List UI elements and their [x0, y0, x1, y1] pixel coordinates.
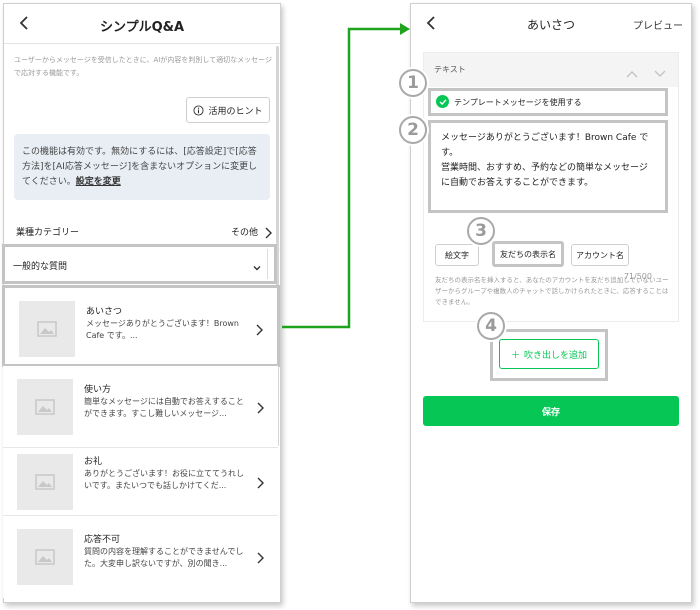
- preview-button[interactable]: プレビュー: [633, 17, 683, 32]
- step-badge-1: 1: [399, 69, 427, 97]
- save-button[interactable]: 保存: [423, 396, 679, 426]
- image-placeholder-icon: [17, 529, 73, 585]
- qa-item-usage[interactable]: 使い方 簡単なメッセージには自動でお答えすることができます。すこし難しいメッセー…: [3, 366, 278, 448]
- back-arrow-icon[interactable]: [12, 11, 36, 35]
- step-badge-4: 4: [477, 312, 505, 340]
- category-label: 一般的な質問: [13, 262, 68, 272]
- notice-text: この機能は有効です。無効にするには、[応答設定]で[応答方法]を[AI応答メッセ…: [22, 147, 258, 187]
- qa-item-preview: ありがとうございます！お役に立ててうれしいです。またいつでも話しかけてくだ...: [84, 469, 244, 490]
- section-header: テキスト: [424, 53, 678, 87]
- qa-edit-screen: あいさつ プレビュー テキスト 71/500 絵文字 アカウント名 友だちの表示…: [410, 3, 692, 603]
- chevron-right-icon: [256, 549, 264, 568]
- industry-value: その他: [230, 228, 258, 238]
- image-placeholder-icon: [17, 454, 73, 510]
- industry-label: 業種カテゴリー: [16, 228, 80, 238]
- tips-button[interactable]: 活用のヒント: [186, 97, 270, 123]
- qa-edit-header: あいさつ プレビュー: [411, 4, 691, 44]
- chevron-down-icon: [253, 257, 261, 276]
- qa-item-preview: 簡単なメッセージには自動でお答えすることができます。すこし難しいメッセージ...: [84, 397, 244, 418]
- chevron-down-icon[interactable]: [654, 63, 666, 82]
- chevron-right-icon: [256, 399, 264, 418]
- back-arrow-icon[interactable]: [419, 11, 443, 35]
- page-title: シンプルQ&A: [99, 20, 185, 35]
- qa-item-title: お礼: [84, 457, 103, 467]
- qa-item-cannot-answer[interactable]: 応答不可 質問の内容を理解することができませんでした。大変申し訳ないですが、別の…: [3, 516, 278, 598]
- qa-item-title: 使い方: [84, 385, 112, 395]
- image-placeholder-icon: [17, 379, 73, 435]
- page-title: あいさつ: [526, 18, 575, 32]
- step-badge-2: 2: [399, 116, 427, 144]
- info-icon: [193, 104, 205, 116]
- qa-item-preview: メッセージありがとうございます！Brown Cafe です。...: [86, 319, 239, 340]
- change-settings-link[interactable]: 設定を変更: [76, 177, 121, 187]
- chevron-right-icon: [264, 224, 272, 243]
- image-placeholder-icon: [19, 301, 75, 357]
- chevron-right-icon: [255, 321, 263, 340]
- insert-emoji-button[interactable]: 絵文字: [435, 244, 479, 266]
- step-badge-3: 3: [467, 217, 495, 245]
- qa-item-preview: 質問の内容を理解することができませんでした。大変申し訳ないですが、別の聞き...: [84, 547, 244, 568]
- category-select[interactable]: 一般的な質問: [2, 244, 277, 284]
- status-notice: この機能は有効です。無効にするには、[応答設定]で[応答方法]を[AI応答メッセ…: [14, 134, 270, 200]
- insert-account-name-button[interactable]: アカウント名: [571, 244, 629, 266]
- qa-item-title: 応答不可: [84, 535, 121, 545]
- chevron-right-icon: [256, 474, 264, 493]
- qa-item-thanks[interactable]: お礼 ありがとうございます！お役に立ててうれしいです。またいつでも話しかけてくだ…: [3, 448, 278, 516]
- qa-list-header: シンプルQ&A: [4, 4, 280, 44]
- qa-item-greeting[interactable]: あいさつ メッセージありがとうございます！Brown Cafe です。...: [2, 285, 280, 367]
- qa-item-title: あいさつ: [86, 307, 123, 317]
- divider: [267, 249, 268, 279]
- friend-name-hint: 友だちの表示名を挿入すると、あなたのアカウントを友だち追加していないユーザーから…: [435, 276, 669, 306]
- section-label: テキスト: [434, 65, 466, 74]
- chevron-up-icon[interactable]: [626, 63, 638, 82]
- feature-description: ユーザーからメッセージを受信したときに、AIが内容を判別して適切なメッセージで応…: [14, 56, 273, 77]
- tips-button-label: 活用のヒント: [208, 106, 263, 117]
